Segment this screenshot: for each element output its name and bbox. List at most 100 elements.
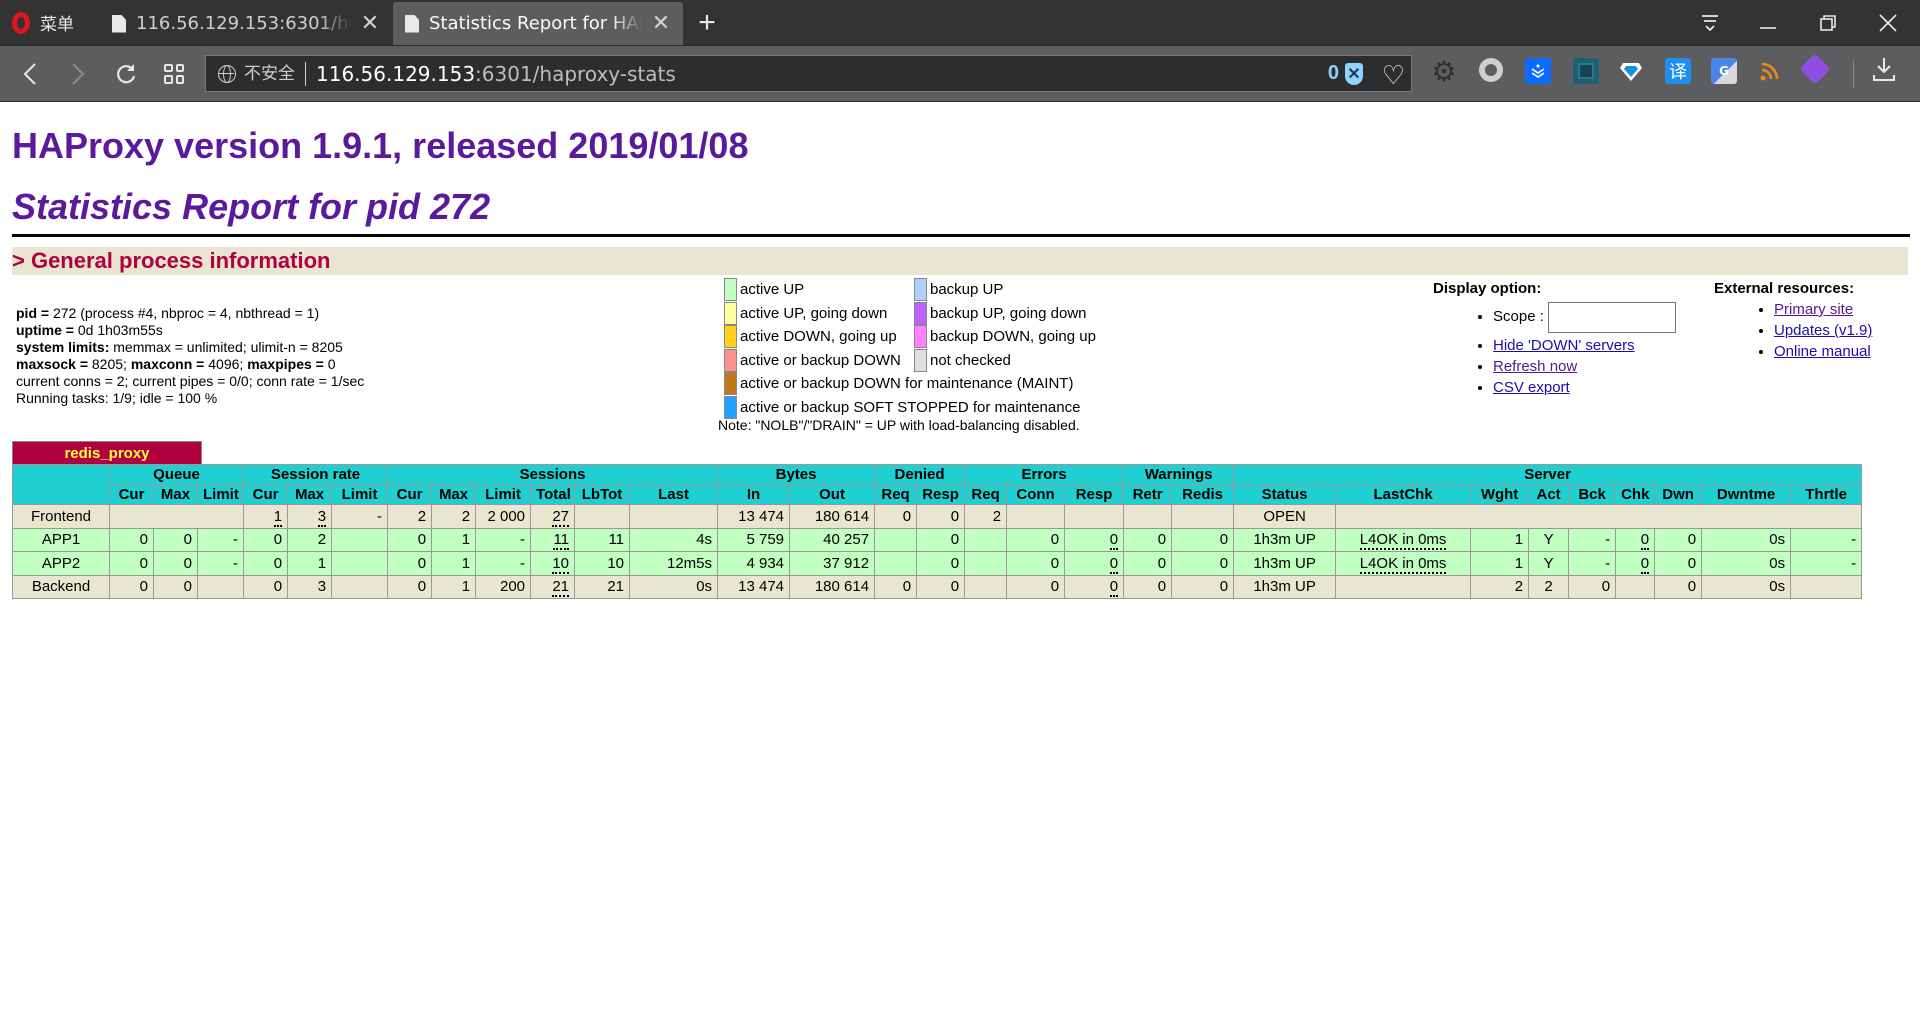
adblock-badge[interactable]: 0 ✕	[1328, 62, 1363, 85]
proxy-row-name[interactable]: APP2	[12, 551, 110, 576]
server-row: APP2 0 0-0 1 0 1-10 10 12m5s 4 934 37 912 0 0 0 0 0 1h3…	[12, 551, 1863, 576]
scope-input[interactable]	[1547, 301, 1676, 333]
cell-lbtot	[574, 504, 631, 529]
column-header: Bck	[1568, 484, 1617, 505]
cell-resp[interactable]: 0	[1064, 551, 1125, 576]
primary-site-link[interactable]: Primary site	[1774, 301, 1853, 318]
refresh-now-link[interactable]: Refresh now	[1493, 358, 1577, 375]
tooltip-value[interactable]: L4OK in 0ms	[1359, 531, 1447, 551]
toolbar-separator	[1853, 60, 1854, 88]
legend-label: active or backup DOWN	[740, 351, 901, 369]
cell-cur[interactable]: 1	[243, 504, 289, 529]
display-options: Display option: Scope : Hide 'DOWN' serv…	[1433, 280, 1676, 398]
back-button[interactable]	[10, 46, 50, 101]
tooltip-value[interactable]: 10	[552, 554, 570, 574]
download-helper-icon[interactable]	[1525, 58, 1551, 84]
column-header: Cur	[109, 484, 154, 505]
translate-yi-icon[interactable]: 译	[1665, 58, 1691, 84]
google-translate-icon[interactable]: G	[1711, 58, 1737, 84]
opera-menu-button[interactable]: 菜单	[12, 0, 74, 45]
close-tab-icon[interactable]: ✕	[360, 11, 380, 36]
cell-chk[interactable]: 0	[1615, 551, 1656, 576]
cell-limit: -	[331, 504, 389, 529]
proxy-row-name[interactable]: Frontend	[12, 504, 110, 529]
tooltip-value[interactable]: L4OK in 0ms	[1359, 554, 1447, 574]
column-header: Req	[964, 484, 1008, 505]
proxy-row-name[interactable]: APP1	[12, 527, 110, 552]
cell-last	[629, 504, 719, 529]
cell-in: 13 474	[717, 504, 791, 529]
column-header: Last	[629, 484, 719, 505]
proxy-row-name[interactable]: Backend	[12, 574, 110, 599]
tooltip-value[interactable]: 27	[552, 507, 570, 527]
tooltip-value[interactable]: 1	[273, 507, 283, 527]
cell-total[interactable]: 27	[530, 504, 576, 529]
screen-capture-icon[interactable]	[1573, 58, 1599, 84]
downloads-icon[interactable]	[1872, 56, 1896, 89]
legend-label: active DOWN, going up	[740, 328, 897, 345]
diamond-icon[interactable]	[1618, 58, 1644, 84]
tooltip-value[interactable]: 3	[317, 507, 327, 527]
column-header: Max	[431, 484, 477, 505]
cell-max[interactable]: 3	[287, 504, 333, 529]
cell-cur	[108, 504, 245, 529]
tab-menu-icon[interactable]	[1685, 0, 1735, 45]
tooltip-value[interactable]: 0	[1640, 554, 1650, 574]
column-header: In	[717, 484, 791, 505]
tab-help[interactable]: 116.56.129.153:6301/hel ✕	[100, 2, 392, 45]
cell-total[interactable]: 11	[530, 527, 576, 552]
tooltip-value[interactable]: 0	[1109, 554, 1119, 574]
cell-lastchk[interactable]: L4OK in 0ms	[1335, 527, 1472, 552]
forward-button[interactable]	[58, 46, 98, 101]
cell-out: 180 614	[789, 504, 876, 529]
heart-icon[interactable]: ♡	[1382, 60, 1405, 91]
cell-retr: 0	[1123, 574, 1173, 599]
cell-bck: -	[1568, 551, 1617, 576]
cell-max: 3	[287, 574, 333, 599]
legend-item: backup UP	[914, 278, 1003, 301]
cell-resp[interactable]: 0	[1064, 574, 1125, 599]
tooltip-value[interactable]: 21	[552, 578, 570, 598]
tooltip-value[interactable]: 0	[1109, 578, 1119, 598]
tooltip-value[interactable]: 0	[1109, 531, 1119, 551]
page-title: HAProxy version 1.9.1, released 2019/01/…	[12, 125, 749, 166]
cell-chk[interactable]: 0	[1615, 527, 1656, 552]
tooltip-value[interactable]: 11	[553, 531, 570, 551]
new-tab-button[interactable]: +	[692, 0, 722, 45]
hide-down-servers-link[interactable]: Hide 'DOWN' servers	[1493, 337, 1635, 354]
rss-feed-icon[interactable]	[1757, 58, 1783, 84]
cell-total[interactable]: 21	[530, 574, 576, 599]
cell-req: 2	[964, 504, 1008, 529]
cell-total[interactable]: 10	[530, 551, 576, 576]
reload-button[interactable]	[106, 46, 146, 101]
restore-icon[interactable]	[1803, 0, 1853, 45]
proxy-name-tab[interactable]: redis_proxy	[12, 441, 202, 464]
close-window-icon[interactable]	[1863, 0, 1913, 45]
url-text[interactable]: 116.56.129.153:6301/haproxy-stats	[316, 62, 676, 86]
security-indicator[interactable]: 不安全	[244, 61, 306, 86]
close-tab-icon[interactable]: ✕	[651, 11, 671, 36]
cell-req	[874, 527, 918, 552]
cell-in: 5 759	[717, 527, 791, 552]
settings-gear-icon[interactable]: ⚙	[1431, 55, 1457, 88]
cell-max: 1	[431, 527, 477, 552]
tab-statistics-report[interactable]: Statistics Report for HAP ✕	[393, 2, 683, 45]
cell-lastchk[interactable]: L4OK in 0ms	[1335, 551, 1472, 576]
updates-link[interactable]: Updates (v1.9)	[1774, 322, 1872, 339]
cell-req: 0	[874, 504, 918, 529]
cell-resp[interactable]: 0	[1064, 527, 1125, 552]
opera-ring-icon[interactable]	[1479, 58, 1503, 82]
csv-export-link[interactable]: CSV export	[1493, 379, 1570, 396]
cell-max: 2	[431, 504, 477, 529]
legend-swatch	[914, 325, 927, 348]
online-manual-link[interactable]: Online manual	[1774, 343, 1871, 360]
tooltip-value[interactable]: 0	[1640, 531, 1650, 551]
minimize-icon[interactable]	[1743, 0, 1793, 45]
legend-swatch	[914, 278, 927, 301]
column-header: Cur	[243, 484, 289, 505]
address-bar[interactable]: 不安全 116.56.129.153:6301/haproxy-stats 0 …	[205, 55, 1412, 92]
purple-extension-icon[interactable]	[1799, 53, 1831, 85]
cell-status: 1h3m UP	[1233, 527, 1337, 552]
legend-note: Note: "NOLB"/"DRAIN" = UP with load-bala…	[718, 417, 1080, 433]
speed-dial-button[interactable]	[154, 46, 194, 101]
